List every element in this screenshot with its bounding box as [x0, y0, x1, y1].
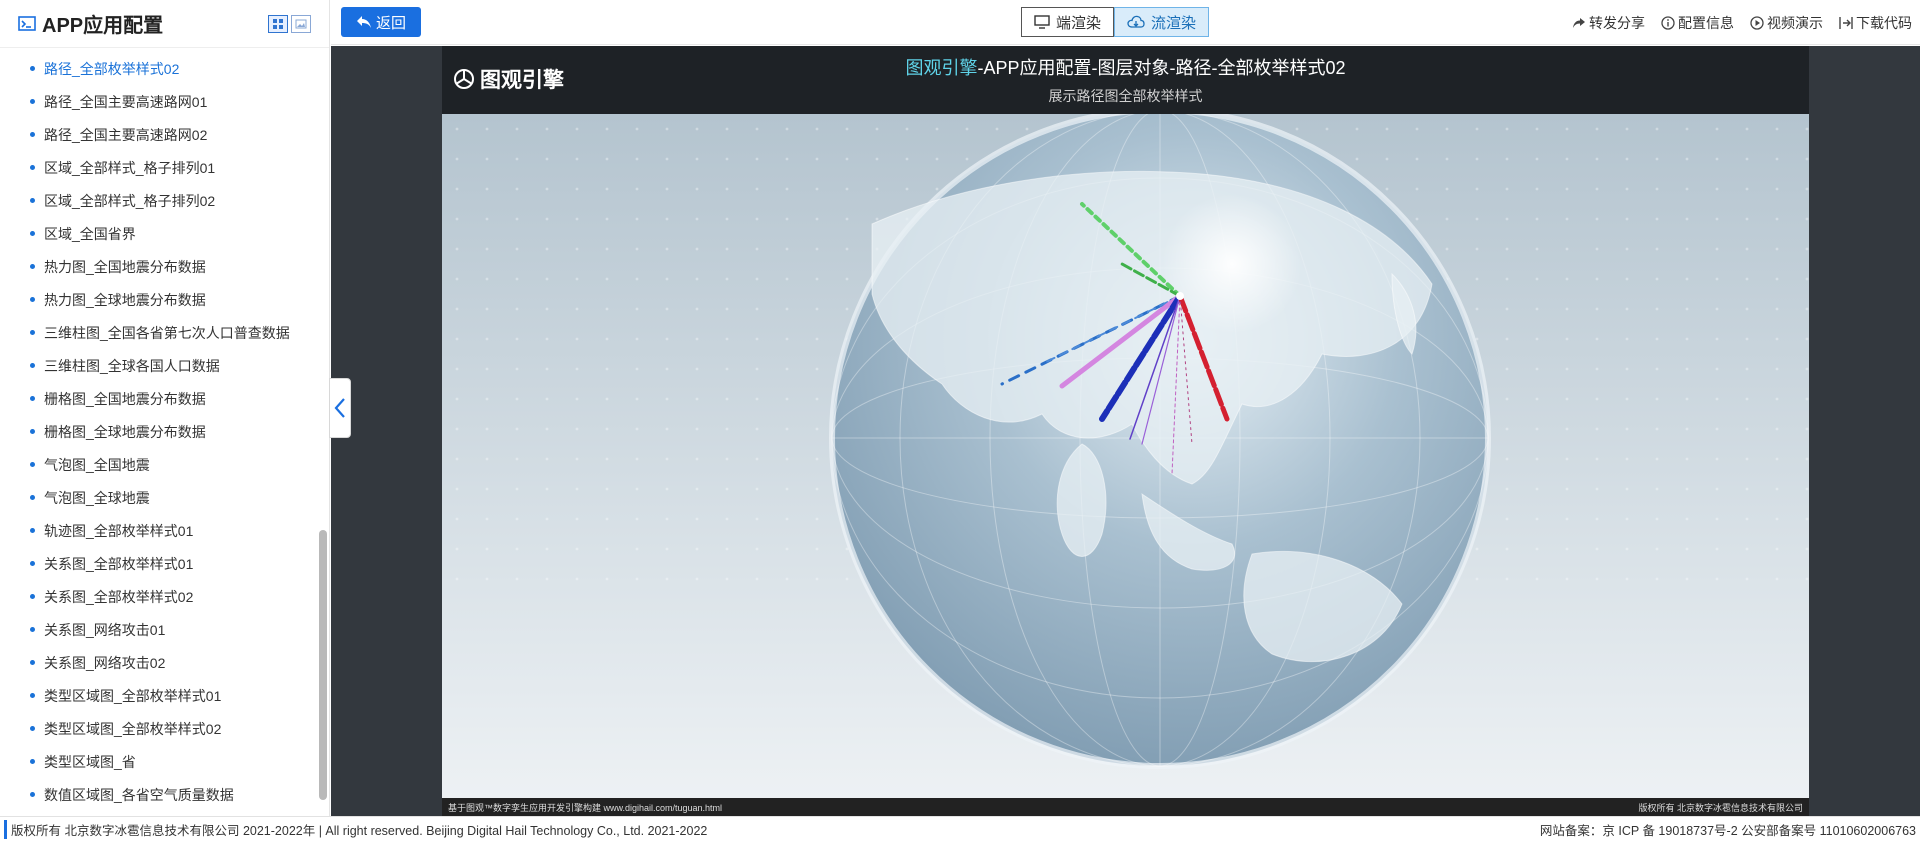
bullet-icon — [30, 693, 35, 698]
info-icon — [1661, 15, 1675, 30]
viewer-subtitle: 展示路径图全部枚举样式 — [1048, 88, 1203, 104]
sidebar-item[interactable]: 区域_全部样式_格子排列01 — [0, 151, 329, 184]
sidebar-item[interactable]: 热力图_全球地震分布数据 — [0, 283, 329, 316]
sidebar-item[interactable]: 三维柱图_全国各省第七次人口普查数据 — [0, 316, 329, 349]
top-toolbar: 返回 端渲染 流渲染 转发分享 配置信息 视频演示 下载代码 — [331, 0, 1920, 45]
top-actions: 转发分享 配置信息 视频演示 下载代码 — [1572, 0, 1912, 45]
sidebar-item[interactable]: 气泡图_全国地震 — [0, 448, 329, 481]
bullet-icon — [30, 759, 35, 764]
bullet-icon — [30, 231, 35, 236]
share-icon — [1573, 17, 1585, 28]
bullet-icon — [30, 462, 35, 467]
sidebar-item[interactable]: 栅格图_全球地震分布数据 — [0, 415, 329, 448]
sidebar-item[interactable]: 气泡图_全球地震 — [0, 481, 329, 514]
sidebar-item[interactable]: 区域_全国省界 — [0, 217, 329, 250]
sidebar-item[interactable]: 区域_全部样式_格子排列02 — [0, 184, 329, 217]
viewer-footer: 基于图观™数字孪生应用开发引擎构建 www.digihail.com/tugua… — [442, 798, 1809, 816]
back-arrow-icon — [356, 16, 371, 28]
sidebar-item[interactable]: 路径_全国主要高速路网01 — [0, 85, 329, 118]
bullet-icon — [30, 264, 35, 269]
bullet-icon — [30, 363, 35, 368]
bullet-icon — [30, 660, 35, 665]
image-view-icon[interactable] — [291, 14, 311, 33]
sidebar-item[interactable]: 路径_全国主要高速路网02 — [0, 118, 329, 151]
footer-icp: 网站备案：京 ICP 备 19018737号-2 公安部备案号 11010602… — [1539, 823, 1916, 838]
app-config-icon — [18, 15, 36, 31]
sidebar-item[interactable]: 类型区域图_全部枚举样式01 — [0, 679, 329, 712]
viewer-header: 图观引擎 图观引擎-APP应用配置-图层对象-路径-全部枚举样式02 展示路径图… — [442, 46, 1809, 114]
bullet-icon — [30, 561, 35, 566]
city-glow — [1162, 194, 1302, 334]
sidebar-item[interactable]: 数值区域图_各省空气质量数据 — [0, 778, 329, 811]
globe-scene[interactable] — [442, 114, 1809, 798]
sidebar-item[interactable]: 栅格图_全国地震分布数据 — [0, 382, 329, 415]
bullet-icon — [30, 297, 35, 302]
sidebar-item[interactable]: 关系图_全部枚举样式01 — [0, 547, 329, 580]
bullet-icon — [30, 429, 35, 434]
sidebar-item[interactable]: 关系图_网络攻击02 — [0, 646, 329, 679]
sidebar-header: APP应用配置 — [0, 0, 329, 48]
view-toggle — [268, 14, 311, 33]
bullet-icon — [30, 198, 35, 203]
render-viewer[interactable]: 图观引擎 图观引擎-APP应用配置-图层对象-路径-全部枚举样式02 展示路径图… — [442, 46, 1809, 816]
bullet-icon — [30, 495, 35, 500]
sidebar: APP应用配置 路径_全部枚举样式02 路径_全国主要高速路网01 路径_全国主… — [0, 0, 330, 816]
bullet-icon — [30, 627, 35, 632]
sidebar-scrollbar[interactable] — [319, 530, 327, 800]
sidebar-item[interactable]: 类型区域图_省 — [0, 745, 329, 778]
play-icon — [1750, 15, 1764, 30]
bullet-icon — [30, 792, 35, 797]
sidebar-item[interactable]: 关系图_网络攻击01 — [0, 613, 329, 646]
bullet-icon — [30, 396, 35, 401]
bullet-icon — [30, 594, 35, 599]
stream-render-button[interactable]: 流渲染 — [1114, 7, 1210, 37]
route-origin — [1176, 292, 1184, 300]
share-link[interactable]: 转发分享 — [1572, 13, 1645, 33]
footer-copyright: 版权所有 北京数字冰雹信息技术有限公司 2021-2022年 | All rig… — [4, 819, 707, 839]
export-icon — [1839, 16, 1853, 29]
viewer-title: 图观引擎-APP应用配置-图层对象-路径-全部枚举样式02 — [905, 58, 1346, 78]
sidebar-item[interactable]: 轨迹图_全部枚举样式01 — [0, 514, 329, 547]
client-render-button[interactable]: 端渲染 — [1021, 7, 1115, 37]
bullet-icon — [30, 330, 35, 335]
sidebar-title: APP应用配置 — [42, 15, 164, 37]
back-button[interactable]: 返回 — [341, 7, 421, 37]
cloud-icon — [1127, 15, 1145, 28]
grid-view-icon[interactable] — [268, 14, 288, 33]
main-stage: 图观引擎 图观引擎-APP应用配置-图层对象-路径-全部枚举样式02 展示路径图… — [331, 46, 1920, 816]
bullet-icon — [30, 528, 35, 533]
viewer-footer-left: 基于图观™数字孪生应用开发引擎构建 www.digihail.com/tugua… — [448, 802, 723, 813]
sidebar-list: 路径_全部枚举样式02 路径_全国主要高速路网01 路径_全国主要高速路网02 … — [0, 48, 329, 811]
back-label: 返回 — [375, 14, 406, 32]
bullet-icon — [30, 99, 35, 104]
bullet-icon — [30, 165, 35, 170]
download-code-link[interactable]: 下载代码 — [1839, 13, 1912, 33]
page-footer: 版权所有 北京数字冰雹信息技术有限公司 2021-2022年 | All rig… — [0, 816, 1920, 841]
bullet-icon — [30, 726, 35, 731]
sidebar-item[interactable]: 热力图_全国地震分布数据 — [0, 250, 329, 283]
bullet-icon — [30, 66, 35, 71]
render-mode-toggle: 端渲染 流渲染 — [1021, 7, 1210, 37]
collapse-sidebar-button[interactable] — [329, 378, 351, 438]
chevron-left-icon — [334, 398, 345, 418]
viewer-footer-right: 版权所有 北京数字冰雹信息技术有限公司 — [1638, 802, 1803, 813]
sidebar-item[interactable]: 关系图_全部枚举样式02 — [0, 580, 329, 613]
video-demo-link[interactable]: 视频演示 — [1750, 13, 1823, 33]
sidebar-item[interactable]: 路径_全部枚举样式02 — [0, 52, 329, 85]
config-info-link[interactable]: 配置信息 — [1661, 13, 1734, 33]
monitor-icon — [1034, 15, 1050, 29]
bullet-icon — [30, 132, 35, 137]
sidebar-item[interactable]: 类型区域图_全部枚举样式02 — [0, 712, 329, 745]
sidebar-item[interactable]: 三维柱图_全球各国人口数据 — [0, 349, 329, 382]
